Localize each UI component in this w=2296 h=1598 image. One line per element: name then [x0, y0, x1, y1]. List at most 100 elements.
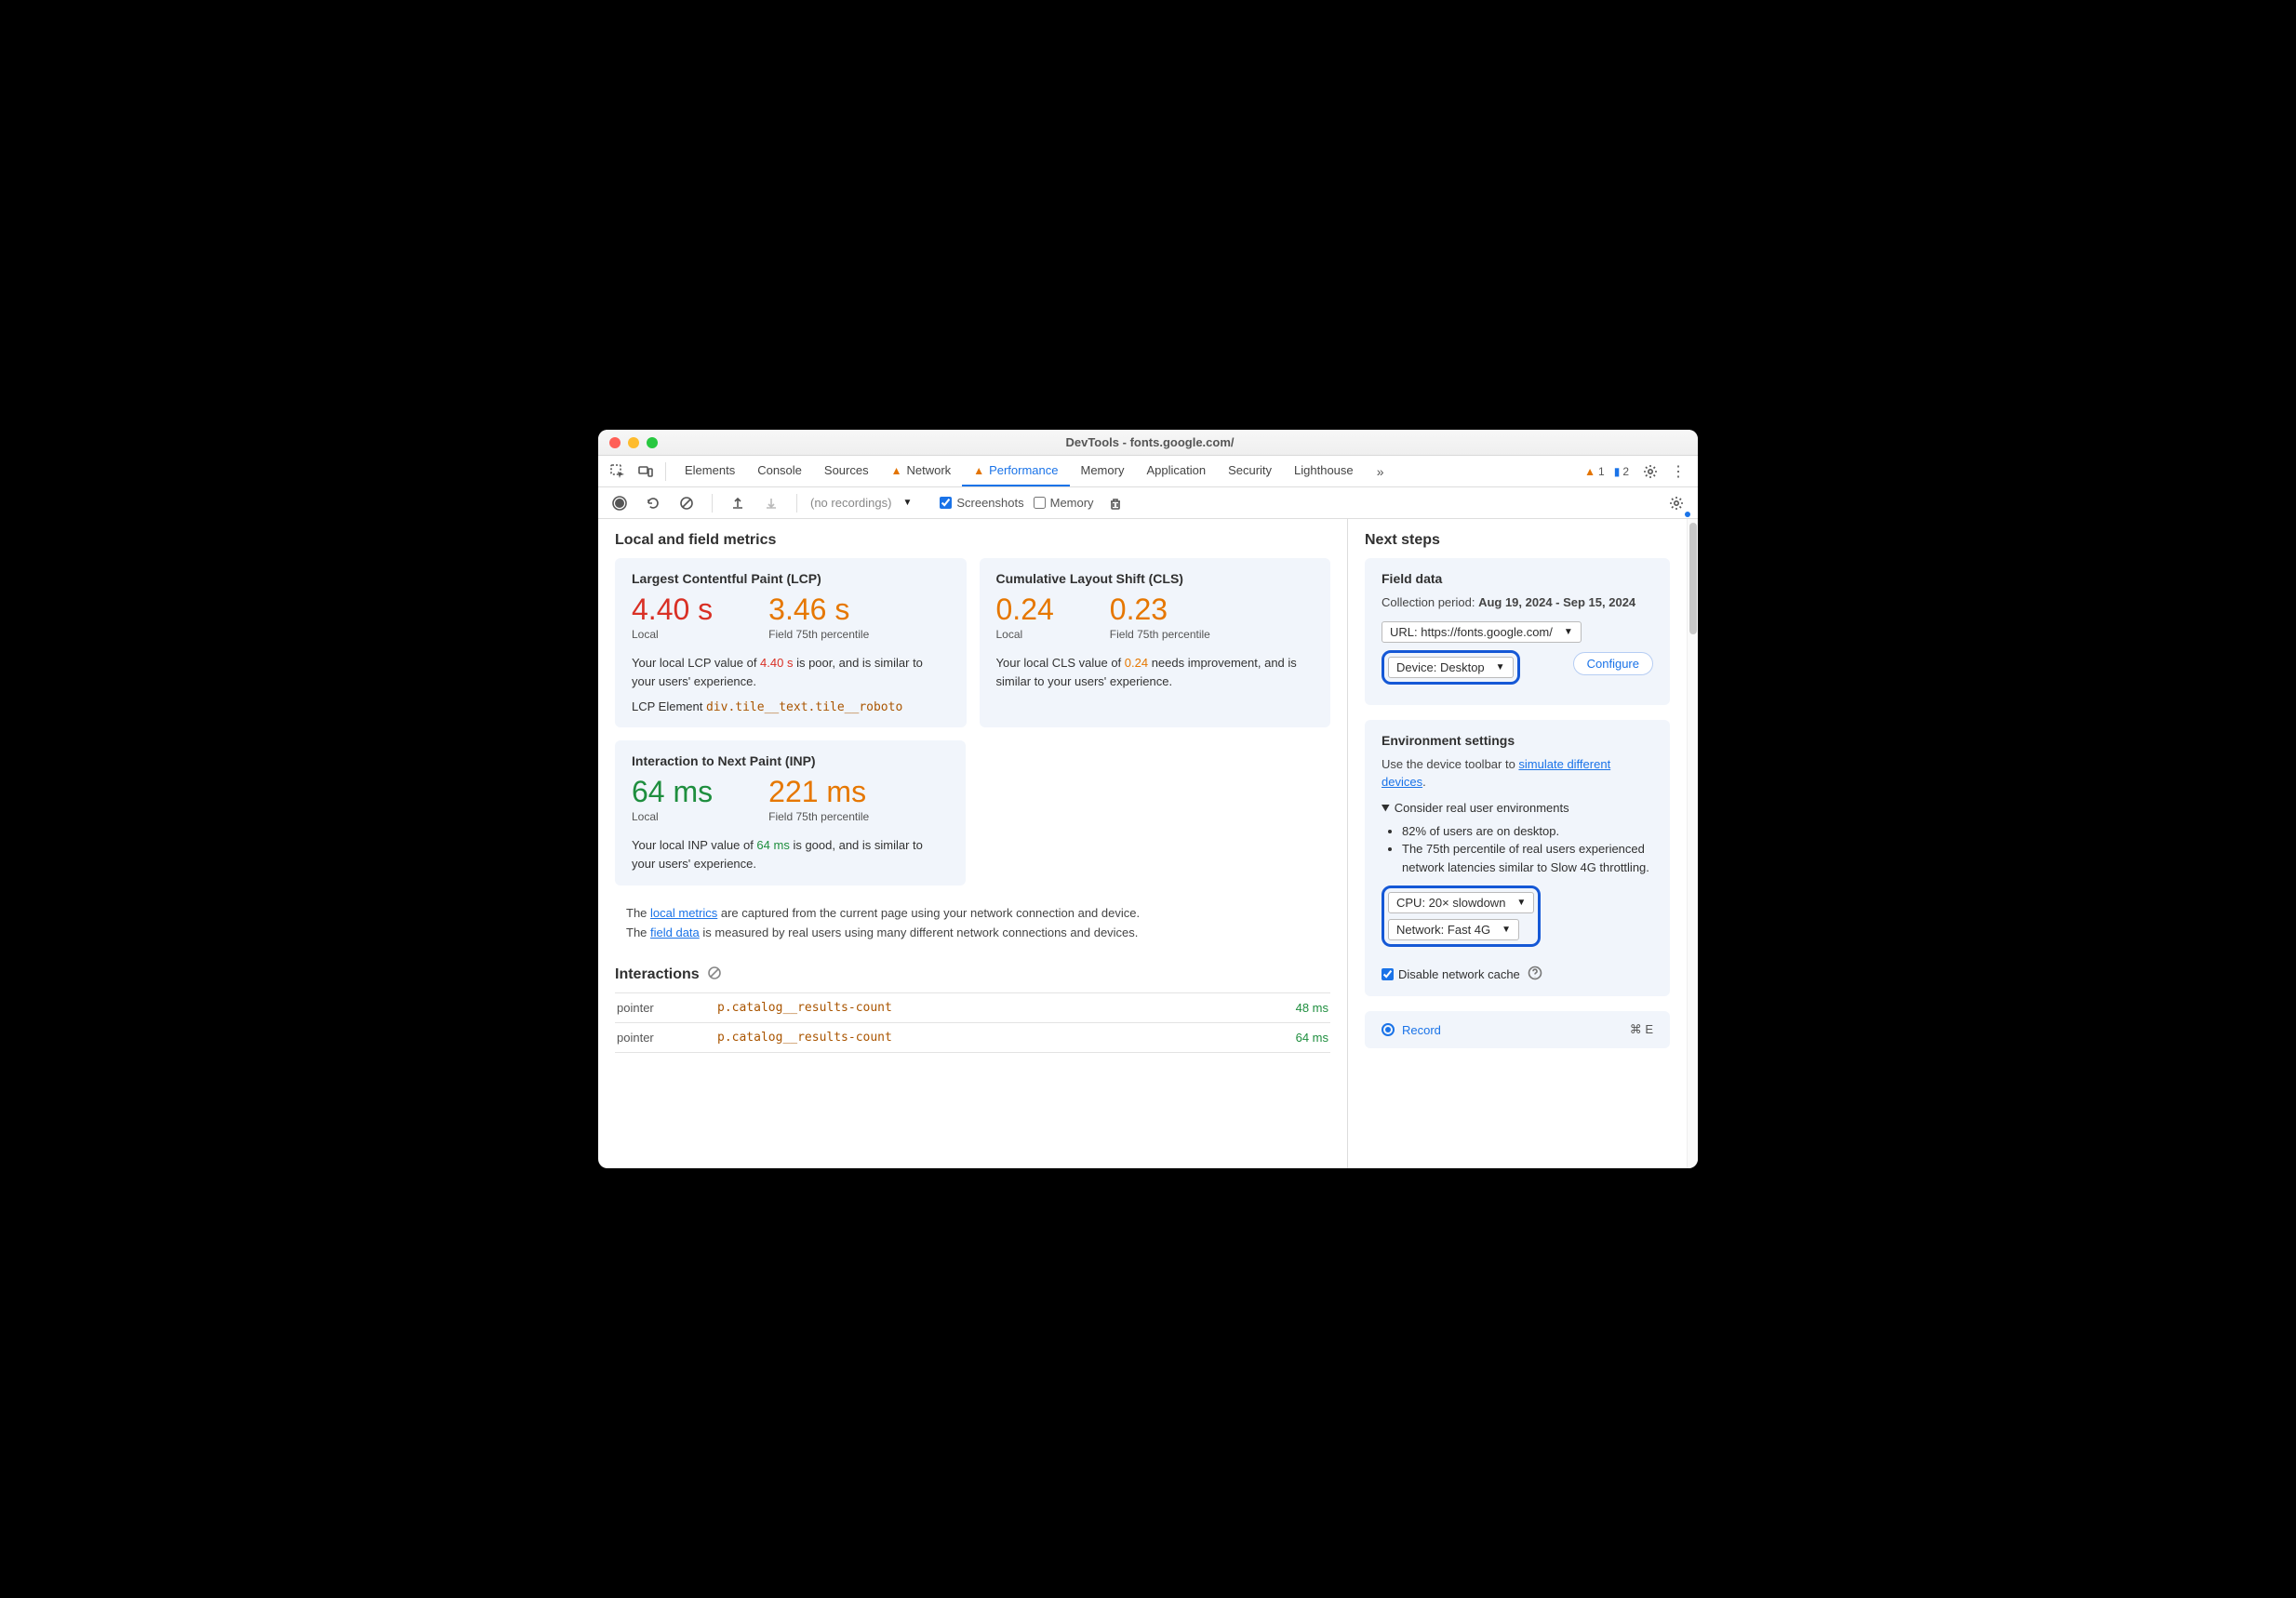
- interaction-row[interactable]: pointerp.catalog__results-count64 ms: [615, 1022, 1330, 1052]
- info-icon: ▮: [1614, 465, 1621, 478]
- main-panel: Local and field metrics Largest Contentf…: [598, 519, 1348, 1168]
- warning-icon: ▲: [1584, 465, 1595, 478]
- chevron-down-icon: ▼: [902, 498, 912, 508]
- field-data-card: Field data Collection period: Aug 19, 20…: [1365, 558, 1670, 705]
- cls-field-value: 0.23: [1110, 593, 1210, 626]
- cpu-throttle-select[interactable]: CPU: 20× slowdown▼: [1388, 892, 1534, 913]
- upload-icon[interactable]: [726, 491, 750, 515]
- minimize-window[interactable]: [628, 437, 639, 448]
- issues-warn-badge[interactable]: ▲ 1: [1584, 465, 1605, 478]
- chevron-down-icon: ▼: [1502, 925, 1511, 935]
- tab-elements[interactable]: Elements: [674, 456, 746, 486]
- local-metrics-link[interactable]: local metrics: [650, 906, 717, 920]
- separator: [796, 494, 797, 513]
- memory-checkbox[interactable]: Memory: [1034, 496, 1094, 510]
- window-title: DevTools - fonts.google.com/: [658, 435, 1642, 449]
- side-panel: Next steps Field data Collection period:…: [1348, 519, 1687, 1168]
- field-data-title: Field data: [1382, 571, 1653, 586]
- tab-label: Elements: [685, 463, 735, 477]
- warning-icon: ▲: [973, 464, 984, 477]
- lcp-local-label: Local: [632, 628, 713, 641]
- download-icon[interactable]: [759, 491, 783, 515]
- lcp-description: Your local LCP value of 4.40 s is poor, …: [632, 654, 950, 690]
- env-bullet-list: 82% of users are on desktop.The 75th per…: [1402, 822, 1653, 877]
- tab-sources[interactable]: Sources: [813, 456, 880, 486]
- lcp-element-row[interactable]: LCP Element div.tile__text.tile__roboto: [632, 699, 950, 714]
- inp-local-label: Local: [632, 810, 713, 823]
- network-throttle-select[interactable]: Network: Fast 4G▼: [1388, 919, 1519, 940]
- clear-interactions-icon[interactable]: [707, 965, 722, 985]
- interaction-type: pointer: [615, 992, 715, 1022]
- tab-application[interactable]: Application: [1135, 456, 1217, 486]
- cls-description: Your local CLS value of 0.24 needs impro…: [996, 654, 1315, 690]
- chevron-down-icon: ▼: [1516, 898, 1526, 908]
- tab-label: Security: [1228, 463, 1272, 477]
- record-icon: [1382, 1023, 1395, 1036]
- tab-label: Performance: [989, 463, 1058, 477]
- metrics-note: The local metrics are captured from the …: [615, 899, 1330, 949]
- env-details[interactable]: Consider real user environments 82% of u…: [1382, 801, 1653, 877]
- scrollbar[interactable]: [1687, 519, 1698, 1168]
- env-hint: Use the device toolbar to simulate diffe…: [1382, 755, 1653, 792]
- field-data-link[interactable]: field data: [650, 926, 700, 939]
- zoom-window[interactable]: [647, 437, 658, 448]
- kebab-menu-icon[interactable]: ⋮: [1666, 459, 1690, 484]
- interaction-time: 48 ms: [1225, 992, 1330, 1022]
- issues-info-count: 2: [1622, 465, 1629, 478]
- settings-gear-icon[interactable]: [1638, 459, 1662, 484]
- cls-title: Cumulative Layout Shift (CLS): [996, 571, 1315, 586]
- inspect-element-icon[interactable]: [606, 459, 630, 484]
- cls-card: Cumulative Layout Shift (CLS) 0.24 Local…: [980, 558, 1331, 727]
- issues-info-badge[interactable]: ▮ 2: [1614, 465, 1629, 478]
- env-title: Environment settings: [1382, 733, 1653, 748]
- recordings-placeholder: (no recordings): [810, 496, 891, 510]
- recordings-select[interactable]: (no recordings) ▼: [810, 496, 912, 510]
- tab-security[interactable]: Security: [1217, 456, 1283, 486]
- interaction-selector: p.catalog__results-count: [715, 1022, 1225, 1052]
- traffic-lights: [598, 437, 658, 448]
- device-select[interactable]: Device: Desktop▼: [1388, 657, 1514, 678]
- interactions-heading: Interactions: [615, 966, 700, 983]
- reload-record-icon[interactable]: [641, 491, 665, 515]
- env-bullet: 82% of users are on desktop.: [1402, 822, 1653, 841]
- close-window[interactable]: [609, 437, 621, 448]
- throttling-highlight: CPU: 20× slowdown▼ Network: Fast 4G▼: [1382, 886, 1541, 947]
- record-shortcut: ⌘ E: [1630, 1022, 1653, 1037]
- tab-network[interactable]: ▲Network: [880, 456, 963, 486]
- tab-performance[interactable]: ▲ Performance: [962, 456, 1069, 486]
- cls-field-label: Field 75th percentile: [1110, 628, 1210, 641]
- tab-lighthouse[interactable]: Lighthouse: [1283, 456, 1365, 486]
- inp-local-value: 64 ms: [632, 776, 713, 808]
- garbage-collect-icon[interactable]: [1103, 491, 1128, 515]
- nextsteps-heading: Next steps: [1365, 532, 1670, 549]
- tab-label: Application: [1146, 463, 1206, 477]
- record-icon[interactable]: [607, 491, 632, 515]
- more-tabs-icon[interactable]: »: [1368, 459, 1393, 484]
- performance-toolbar: (no recordings) ▼ Screenshots Memory: [598, 487, 1698, 519]
- configure-button[interactable]: Configure: [1573, 652, 1653, 675]
- help-icon[interactable]: [1528, 965, 1542, 983]
- interaction-time: 64 ms: [1225, 1022, 1330, 1052]
- environment-card: Environment settings Use the device tool…: [1365, 720, 1670, 997]
- capture-settings-gear-icon[interactable]: [1664, 491, 1689, 515]
- tab-label: Memory: [1081, 463, 1125, 477]
- clear-icon[interactable]: [674, 491, 699, 515]
- env-details-summary[interactable]: Consider real user environments: [1382, 801, 1653, 815]
- separator: [712, 494, 713, 513]
- tab-label: Lighthouse: [1294, 463, 1354, 477]
- titlebar: DevTools - fonts.google.com/: [598, 430, 1698, 456]
- scrollbar-thumb[interactable]: [1689, 523, 1697, 634]
- issues-warn-count: 1: [1598, 465, 1605, 478]
- device-toolbar-icon[interactable]: [634, 459, 658, 484]
- disable-cache-checkbox[interactable]: Disable network cache: [1382, 967, 1520, 981]
- cls-local-value: 0.24: [996, 593, 1054, 626]
- lcp-element-label: LCP Element: [632, 699, 706, 713]
- record-button[interactable]: Record: [1382, 1023, 1441, 1037]
- tab-console[interactable]: Console: [746, 456, 813, 486]
- tab-memory[interactable]: Memory: [1070, 456, 1136, 486]
- interaction-row[interactable]: pointerp.catalog__results-count48 ms: [615, 992, 1330, 1022]
- chevron-down-icon: ▼: [1496, 662, 1505, 672]
- url-select[interactable]: URL: https://fonts.google.com/▼: [1382, 621, 1582, 643]
- screenshots-checkbox[interactable]: Screenshots: [940, 496, 1023, 510]
- tab-label: Network: [907, 463, 952, 477]
